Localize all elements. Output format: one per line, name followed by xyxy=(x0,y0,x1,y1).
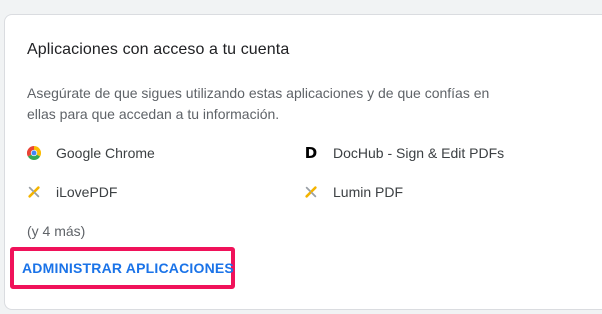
chrome-icon xyxy=(26,145,42,161)
puzzle-icon xyxy=(303,184,319,200)
dochub-icon: D xyxy=(303,145,319,161)
app-item-lumin-pdf: Lumin PDF xyxy=(303,181,403,203)
more-apps-count: (y 4 más) xyxy=(27,223,86,239)
dochub-logo-letter: D xyxy=(304,144,318,162)
app-item-google-chrome: Google Chrome xyxy=(26,142,155,164)
app-name: iLovePDF xyxy=(56,184,118,200)
app-item-dochub: D DocHub - Sign & Edit PDFs xyxy=(303,142,504,164)
app-name: Google Chrome xyxy=(56,145,155,161)
app-name: Lumin PDF xyxy=(333,184,404,200)
card-description: Asegúrate de que sigues utilizando estas… xyxy=(27,85,490,122)
card-title: Aplicaciones con acceso a tu cuenta xyxy=(27,41,290,58)
manage-apps-button[interactable]: ADMINISTRAR APLICACIONES xyxy=(22,260,234,276)
app-name: DocHub - Sign & Edit PDFs xyxy=(333,145,505,161)
puzzle-icon xyxy=(26,184,42,200)
app-item-ilovepdf: iLovePDF xyxy=(26,181,117,203)
